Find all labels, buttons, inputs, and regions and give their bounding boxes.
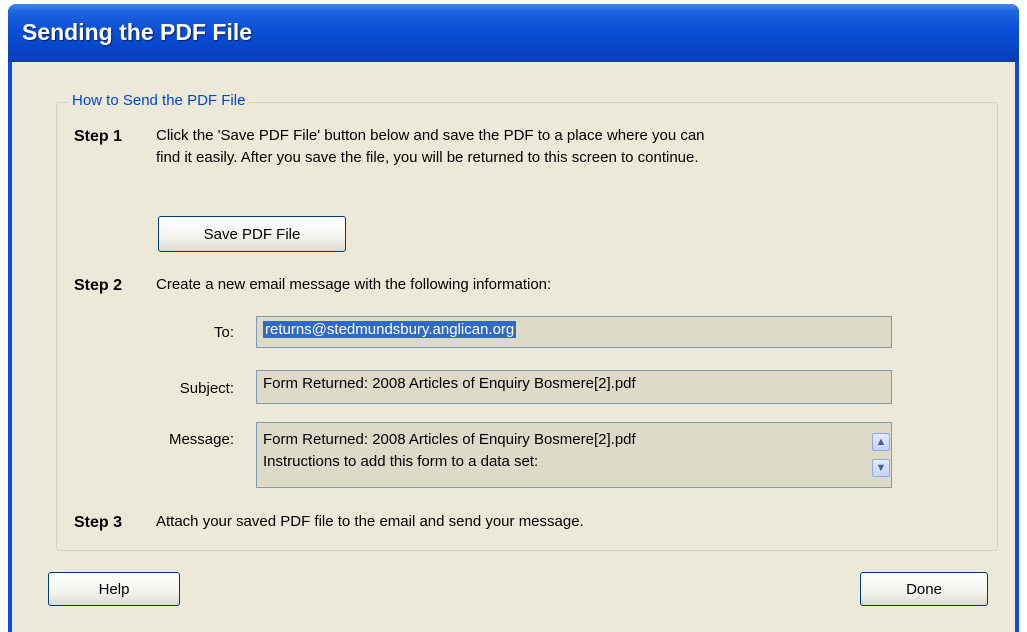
step-2-label: Step 2 (74, 277, 123, 294)
step-3-text: Attach your saved PDF file to the email … (156, 513, 584, 530)
to-label: To: (213, 324, 234, 341)
save-pdf-file-button[interactable]: Save PDF File (158, 216, 346, 252)
subject-label: Subject: (179, 380, 234, 397)
step-3-label: Step 3 (74, 514, 123, 531)
dialog-window: Sending the PDF File How to Send the PDF… (8, 4, 1019, 632)
scroll-up-icon[interactable]: ▲ (872, 433, 890, 451)
step-1-text-line-1: Click the 'Save PDF File' button below a… (156, 127, 705, 144)
dialog-body: How to Send the PDF File Step 1 Click th… (12, 62, 1015, 632)
help-button[interactable]: Help (48, 572, 180, 606)
scroll-down-icon[interactable]: ▼ (872, 459, 890, 477)
step-1-label: Step 1 (74, 128, 123, 145)
group-legend: How to Send the PDF File (68, 92, 250, 109)
step-1-text-line-2: find it easily. After you save the file,… (156, 149, 699, 166)
subject-field[interactable]: Form Returned: 2008 Articles of Enquiry … (256, 370, 892, 404)
to-value: returns@stedmundsbury.anglican.org (263, 321, 517, 338)
window-title: Sending the PDF File (22, 19, 253, 45)
title-bar[interactable]: Sending the PDF File (8, 4, 1019, 62)
message-line-1: Form Returned: 2008 Articles of Enquiry … (263, 431, 636, 448)
message-scrollbar[interactable]: ▲ ▼ (871, 423, 891, 487)
step-2-text: Create a new email message with the foll… (156, 276, 552, 293)
message-field[interactable]: Form Returned: 2008 Articles of Enquiry … (256, 422, 892, 488)
window-frame-right (1015, 62, 1019, 632)
message-line-2: Instructions to add this form to a data … (263, 453, 539, 470)
done-button[interactable]: Done (860, 572, 988, 606)
message-label: Message: (168, 431, 234, 448)
to-field[interactable]: returns@stedmundsbury.anglican.org (256, 316, 892, 348)
